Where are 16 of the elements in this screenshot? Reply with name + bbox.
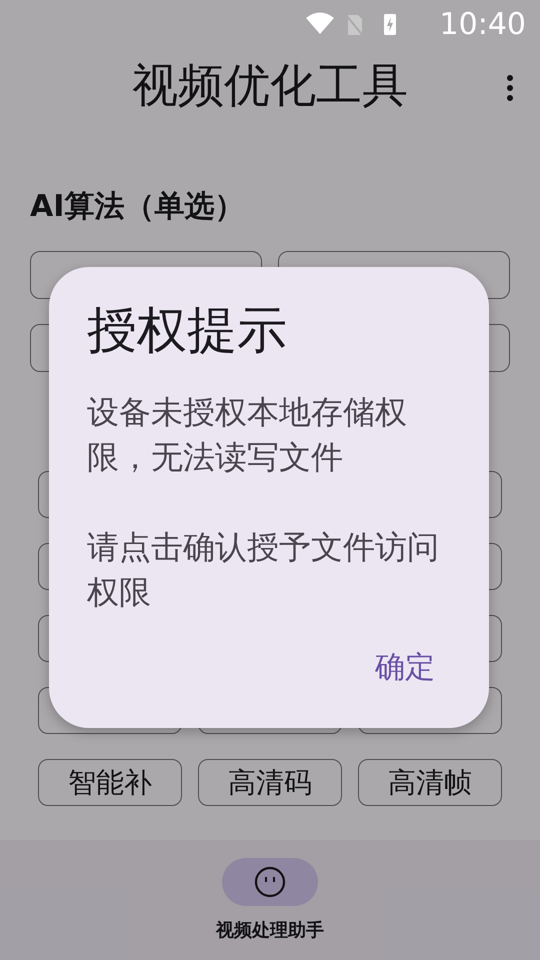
confirm-button[interactable]: 确定 [359,643,451,692]
filter-chip[interactable]: 高清帧 [358,759,502,806]
filter-chip[interactable]: 智能补 [38,759,182,806]
wifi-icon [306,12,334,34]
app-title: 视频优化工具 [132,57,408,114]
section-title: AI算法（单选） [29,188,246,226]
dialog-title: 授权提示 [87,300,288,361]
more-icon[interactable] [506,74,514,102]
dialog-message: 设备未授权本地存储权限，无法读写文件 [87,392,408,478]
face-icon [254,866,286,898]
nav-label[interactable]: 视频处理助手 [216,918,324,942]
nav-indicator[interactable] [222,858,318,906]
dialog-message: 请点击确认授予文件访问权限 [87,527,440,613]
status-time: 10:40 [440,6,526,42]
battery-charging-icon [384,14,396,35]
filter-chip[interactable]: 高清码 [198,759,342,806]
